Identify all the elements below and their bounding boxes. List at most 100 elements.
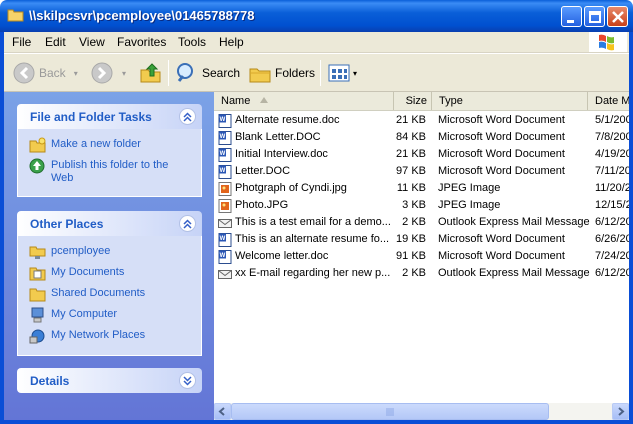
svg-text:W: W: [220, 253, 226, 259]
back-dropdown-icon[interactable]: ▾: [74, 69, 78, 78]
svg-text:W: W: [220, 236, 226, 242]
menu-tools[interactable]: Tools: [178, 35, 206, 49]
file-type: Microsoft Word Document: [438, 114, 565, 126]
file-name-cell[interactable]: Photgraph of Cyndi.jpg: [218, 180, 394, 197]
file-type: Microsoft Word Document: [438, 131, 565, 143]
other-places-body: pcemployee My Documents Shared Documents: [17, 236, 202, 356]
mail-icon: [218, 216, 232, 230]
folders-button[interactable]: Folders: [248, 59, 315, 87]
collapse-chevron-icon[interactable]: [179, 108, 196, 125]
place-my-documents[interactable]: My Documents: [18, 263, 201, 284]
file-folder-tasks-header[interactable]: File and Folder Tasks: [17, 104, 202, 129]
horizontal-scrollbar[interactable]: [214, 403, 629, 420]
menu-bar: File Edit View Favorites Tools Help: [4, 32, 629, 53]
details-title: Details: [30, 374, 70, 388]
collapse-chevron-icon[interactable]: [179, 215, 196, 232]
file-name-cell[interactable]: W Alternate resume.doc: [218, 112, 394, 129]
file-name-cell[interactable]: W Letter.DOC: [218, 163, 394, 180]
search-button[interactable]: Search: [175, 59, 240, 87]
file-size: 21 KB: [396, 114, 426, 126]
column-header-size[interactable]: Size: [394, 92, 432, 110]
file-name: This is a test email for a demo...: [235, 216, 391, 228]
other-places-panel: Other Places pcemployee My Documents Sha…: [17, 211, 202, 356]
file-size: 3 KB: [402, 199, 426, 211]
close-button[interactable]: [607, 6, 628, 27]
scroll-thumb[interactable]: [231, 403, 549, 420]
file-folder-tasks-body: Make a new folder Publish this folder to…: [17, 129, 202, 197]
my-computer-icon: [31, 307, 44, 323]
file-row[interactable]: Photgraph of Cyndi.jpg 11 KB JPEG Image 11/…: [214, 180, 629, 197]
toolbar-separator: [168, 60, 169, 86]
file-row[interactable]: Photo.JPG 3 KB JPEG Image 12/15/2: [214, 197, 629, 214]
details-panel: Details: [17, 368, 202, 393]
column-header-type[interactable]: Type: [432, 92, 588, 110]
search-icon: [177, 63, 193, 82]
place-pcemployee[interactable]: pcemployee: [18, 242, 201, 263]
file-folder-tasks-title: File and Folder Tasks: [30, 110, 152, 124]
back-arrow-icon: [13, 62, 35, 84]
expand-chevron-icon[interactable]: [179, 372, 196, 389]
menu-file[interactable]: File: [12, 35, 31, 49]
file-name-cell[interactable]: W Blank Letter.DOC: [218, 129, 394, 146]
place-my-network-places[interactable]: My Network Places: [18, 326, 201, 347]
back-button[interactable]: Back ▾: [12, 59, 78, 87]
details-header[interactable]: Details: [17, 368, 202, 393]
window-border-right: [629, 32, 633, 424]
file-row[interactable]: W Blank Letter.DOC 84 KB Microsoft Word Doc…: [214, 129, 629, 146]
file-list[interactable]: W Alternate resume.doc 21 KB Microsoft Word…: [214, 111, 629, 403]
other-places-header[interactable]: Other Places: [17, 211, 202, 236]
window-border-bottom: [0, 420, 633, 424]
menu-help[interactable]: Help: [219, 35, 244, 49]
file-size: 2 KB: [402, 267, 426, 279]
forward-button[interactable]: ▾: [90, 59, 126, 87]
file-name-cell[interactable]: Photo.JPG: [218, 197, 394, 214]
file-name-cell[interactable]: This is a test email for a demo...: [218, 214, 394, 231]
menu-view[interactable]: View: [79, 35, 105, 49]
word-doc-icon: W: [218, 113, 232, 128]
file-name-cell[interactable]: xx E-mail regarding her new p...: [218, 265, 394, 282]
file-type: Microsoft Word Document: [438, 233, 565, 245]
forward-arrow-icon: [91, 62, 113, 84]
task-publish-web[interactable]: Publish this folder to the Web: [18, 156, 201, 188]
publish-web-icon: [29, 158, 45, 174]
column-header-date[interactable]: Date M: [588, 92, 629, 110]
word-doc-icon: W: [218, 232, 232, 247]
file-size: 19 KB: [396, 233, 426, 245]
file-row[interactable]: W Alternate resume.doc 21 KB Microsoft Word…: [214, 112, 629, 129]
minimize-button[interactable]: [561, 6, 582, 27]
maximize-button[interactable]: [584, 6, 605, 27]
file-name-cell[interactable]: W Initial Interview.doc: [218, 146, 394, 163]
file-name-cell[interactable]: W Welcome letter.doc: [218, 248, 394, 265]
scroll-right-button[interactable]: [612, 403, 629, 420]
menu-edit[interactable]: Edit: [45, 35, 66, 49]
place-my-computer[interactable]: My Computer: [18, 305, 201, 326]
task-make-new-folder[interactable]: Make a new folder: [18, 135, 201, 156]
word-doc-icon: W: [218, 147, 232, 162]
file-row[interactable]: W Welcome letter.doc 91 KB Microsoft Word D…: [214, 248, 629, 265]
mail-icon: [218, 267, 232, 281]
place-label: pcemployee: [51, 245, 111, 257]
up-folder-button[interactable]: [139, 59, 163, 87]
menu-favorites[interactable]: Favorites: [117, 35, 166, 49]
column-header-name[interactable]: Name: [214, 92, 394, 110]
file-size: 11 KB: [396, 182, 426, 194]
views-button[interactable]: ▾: [327, 59, 357, 87]
file-date: 7/11/20: [595, 165, 629, 177]
file-row[interactable]: W Initial Interview.doc 21 KB Microsoft Wor…: [214, 146, 629, 163]
file-folder-tasks-panel: File and Folder Tasks Make a new folder …: [17, 104, 202, 197]
word-doc-icon: W: [218, 249, 232, 264]
scroll-left-button[interactable]: [214, 403, 231, 420]
file-name-cell[interactable]: W This is an alternate resume fo...: [218, 231, 394, 248]
file-row[interactable]: xx E-mail regarding her new p... 2 KB Outl…: [214, 265, 629, 282]
views-icon: [328, 64, 350, 82]
file-row[interactable]: W Letter.DOC 97 KB Microsoft Word Document 7…: [214, 163, 629, 180]
new-folder-icon: [29, 137, 46, 153]
title-bar[interactable]: \\skilpcsvr\pcemployee\01465788778: [0, 0, 633, 32]
toolbar-separator: [320, 60, 321, 86]
file-row[interactable]: This is a test email for a demo... 2 KB Ou…: [214, 214, 629, 231]
file-row[interactable]: W This is an alternate resume fo... 19 KB M…: [214, 231, 629, 248]
file-type: JPEG Image: [438, 199, 501, 211]
place-shared-documents[interactable]: Shared Documents: [18, 284, 201, 305]
forward-dropdown-icon[interactable]: ▾: [122, 69, 126, 78]
column-size-label: Size: [405, 95, 427, 107]
